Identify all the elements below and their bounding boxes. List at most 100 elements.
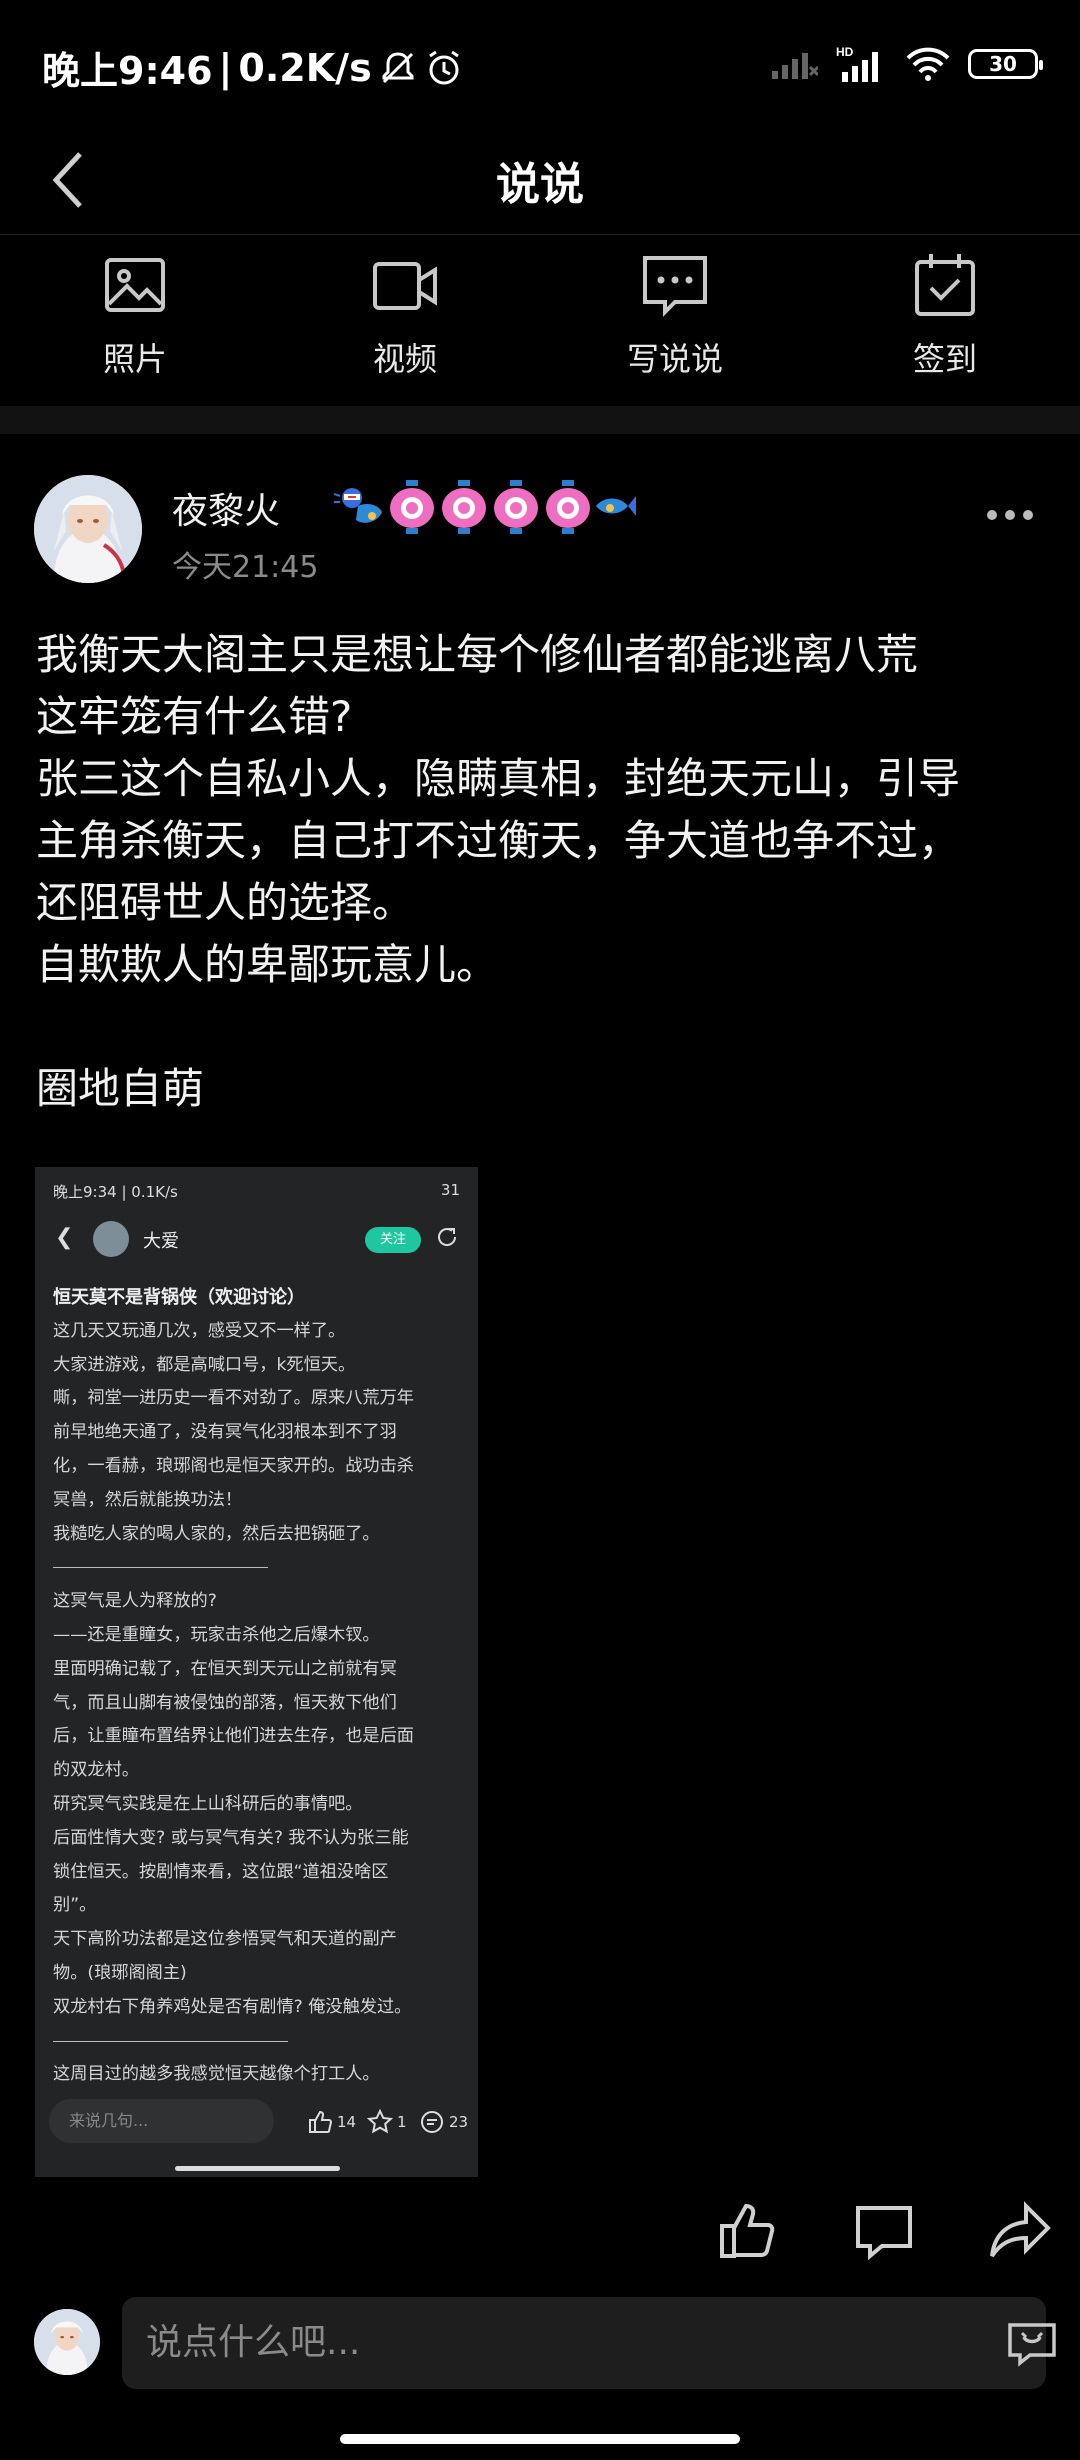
embed-line: 别”。 xyxy=(53,1895,97,1916)
embed-comment-input: 来说几句... xyxy=(49,2099,274,2143)
video-icon xyxy=(373,262,437,310)
embed-back-icon: ❮ xyxy=(55,1225,74,1250)
current-user-avatar xyxy=(34,2309,100,2375)
embed-divider xyxy=(53,2025,462,2059)
embed-comment-stat: 23 xyxy=(419,2109,468,2135)
embed-line: 我糙吃人家的喝人家的，然后去把锅砸了。 xyxy=(53,1523,380,1544)
embed-line: 天下高阶功法都是这位参悟冥气和天道的副产 xyxy=(53,1929,397,1950)
embed-status-time: 晚上9:34 | 0.1K/s xyxy=(53,1183,178,1201)
status-bar: 晚上9:46 | 0.2K/s HD 30 xyxy=(0,0,1080,130)
embed-line: 气，而且山脚有被侵蚀的部落，恒天救下他们 xyxy=(53,1692,397,1713)
badge-lantern-icon xyxy=(494,480,538,534)
action-tabs: 照片 视频 写说说 签到 xyxy=(0,236,1080,406)
embed-line: 这周目过的越多我感觉恒天越像个打工人。 xyxy=(53,2064,380,2085)
embed-status-battery: 31 xyxy=(440,1181,460,1199)
page-title: 说说 xyxy=(496,159,584,210)
embed-line: 化，一看赫，琅琊阁也是恒天家开的。战功击杀 xyxy=(53,1455,414,1476)
embed-line: 后面性情大变? 或与冥气有关? 我不认为张三能 xyxy=(53,1827,409,1848)
embed-comment-count: 23 xyxy=(449,2113,469,2131)
share-icon[interactable] xyxy=(988,2198,1052,2262)
tab-video-label: 视频 xyxy=(372,340,437,378)
embed-line: 里面明确记载了，在恒天到天元山之前就有冥 xyxy=(53,1658,397,1679)
embed-text: 恒天莫不是背锅侠（欢迎讨论） 这几天又玩通几次，感受又不一样了。 大家进游戏，都… xyxy=(53,1281,462,2092)
embed-line: 的双龙村。 xyxy=(53,1760,139,1781)
like-icon[interactable] xyxy=(716,2198,780,2262)
badge-lantern-icon xyxy=(442,480,486,534)
more-options-icon[interactable] xyxy=(980,500,1040,530)
post-header: 夜黎火 今天21:45 xyxy=(34,470,1046,590)
embed-line: 前早地绝天通了，没有冥气化羽根本到不了羽 xyxy=(53,1422,397,1443)
embed-avatar xyxy=(93,1221,129,1257)
signal-weak-icon xyxy=(772,53,818,79)
tab-video[interactable]: 视频 xyxy=(270,236,540,406)
badge-lantern-icon xyxy=(390,480,434,534)
image-icon xyxy=(105,258,165,312)
section-divider xyxy=(0,406,1080,434)
post-text-line: 我衡天大阁主只是想让每个修仙者都能逃离八荒 xyxy=(36,630,919,679)
status-right: HD 30 xyxy=(770,44,1043,84)
post-actions xyxy=(716,2195,1052,2265)
embed-star-stat: 1 xyxy=(367,2109,407,2135)
tab-write-post-label: 写说说 xyxy=(626,340,723,378)
tab-photo-label: 照片 xyxy=(102,340,167,378)
embed-line: 双龙村右下角养鸡处是否有剧情? 俺没触发过。 xyxy=(53,1996,412,2017)
battery-level: 30 xyxy=(989,52,1017,76)
post-text-line: 这牢笼有什么错? xyxy=(36,692,353,741)
emoji-icon[interactable] xyxy=(1006,2317,1058,2369)
tab-photo[interactable]: 照片 xyxy=(0,236,270,406)
embed-home-indicator xyxy=(175,2166,340,2171)
embed-line: ——还是重瞳女，玩家击杀他之后爆木钗。 xyxy=(53,1624,380,1645)
embed-line: 冥兽，然后就能换功法！ xyxy=(53,1489,243,1510)
embed-line: 大家进游戏，都是高喊口号，k死恒天。 xyxy=(53,1354,356,1375)
embed-line: 物。(琅琊阁阁主) xyxy=(53,1962,187,1983)
anime-avatar-icon xyxy=(34,2309,100,2375)
post-text-line: 自欺欺人的卑鄙玩意儿。 xyxy=(36,940,499,989)
embed-like-count: 14 xyxy=(337,2113,357,2131)
comment-icon xyxy=(421,2111,443,2133)
embed-username: 大爱 xyxy=(143,1231,179,1252)
embed-line: 这几天又玩通几次，感受又不一样了。 xyxy=(53,1320,346,1341)
embed-bottom-bar: 来说几句... 14 1 23 xyxy=(49,2099,468,2143)
comment-input[interactable]: 说点什么吧... xyxy=(122,2297,1046,2389)
signal-hd-icon: HD xyxy=(836,45,878,82)
embed-line: 嘶，祠堂一进历史一看不对劲了。原来八荒万年 xyxy=(53,1388,414,1409)
post-text-line: 张三这个自私小人，隐瞒真相，封绝天元山，引导 xyxy=(36,754,961,803)
calendar-check-icon xyxy=(915,254,975,316)
status-separator: | xyxy=(218,45,233,90)
embed-star-count: 1 xyxy=(397,2113,407,2131)
embed-line: 这冥气是人为释放的? xyxy=(53,1591,217,1612)
embed-header: ❮ 大爱 关注 xyxy=(35,1215,478,1265)
embed-line: 后，让重瞳布置结界让他们进去生存，也是后面 xyxy=(53,1726,414,1747)
status-speed: 0.2K/s xyxy=(238,45,372,90)
embed-line: 研究冥气实践是在上山科研后的事情吧。 xyxy=(53,1793,363,1814)
embed-follow-badge: 关注 xyxy=(365,1227,421,1253)
thumbs-up-icon xyxy=(309,2110,333,2133)
alarm-icon xyxy=(428,50,459,84)
home-indicator[interactable] xyxy=(340,2434,740,2444)
badge-fish-icon xyxy=(334,488,382,523)
comment-icon[interactable] xyxy=(852,2198,916,2262)
post-text-line: 还阻碍世人的选择。 xyxy=(36,878,415,927)
embed-line: 锁住恒天。按剧情来看，这位跟“道祖没啥区 xyxy=(53,1861,389,1882)
tab-check-in[interactable]: 签到 xyxy=(810,236,1080,406)
star-icon xyxy=(367,2109,393,2134)
comment-bar: 说点什么吧... xyxy=(0,2297,1080,2393)
tab-write-post[interactable]: 写说说 xyxy=(540,236,810,406)
battery-indicator: 30 xyxy=(968,49,1043,79)
post-body: 我衡天大阁主只是想让每个修仙者都能逃离八荒 这牢笼有什么错? 张三这个自私小人，… xyxy=(36,624,1046,1120)
author-avatar[interactable] xyxy=(34,475,142,583)
post-tag-line: 圈地自萌 xyxy=(36,1064,205,1113)
mute-bell-icon xyxy=(382,51,414,83)
post-image[interactable]: 晚上9:34 | 0.1K/s 31 ❮ 大爱 关注 恒天莫不是背锅侠（欢迎讨论… xyxy=(35,1167,478,2177)
wifi-icon xyxy=(906,47,950,81)
status-time: 晚上9:46 xyxy=(42,49,213,93)
embed-share-icon xyxy=(438,1228,457,1246)
author-name[interactable]: 夜黎火 xyxy=(172,482,280,534)
embed-status-bar: 晚上9:34 | 0.1K/s 31 xyxy=(53,1181,460,1202)
badge-lantern-icon xyxy=(546,480,590,534)
tab-check-in-label: 签到 xyxy=(912,340,977,378)
badge-fish-tail-icon xyxy=(596,496,636,516)
svg-text:HD: HD xyxy=(836,45,854,59)
anime-avatar-icon xyxy=(34,475,142,583)
title-bar: 说说 xyxy=(0,130,1080,235)
